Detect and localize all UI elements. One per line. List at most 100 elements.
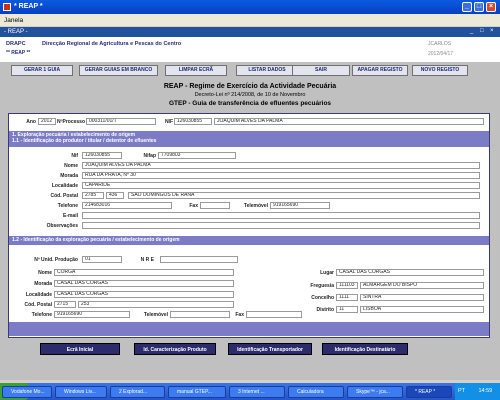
cp2b-field[interactable]: 253: [78, 301, 234, 308]
distrito-label: Distrito: [316, 307, 335, 313]
observacoes-field[interactable]: [82, 222, 480, 229]
user-name: JCARLOS: [428, 41, 452, 47]
page-title: REAP - Regime de Exercício da Actividade…: [163, 83, 337, 90]
cp2-field[interactable]: 436: [106, 192, 124, 199]
fax2-label: Fax: [235, 312, 244, 318]
apagar-registo-button[interactable]: APAGAR REGISTO: [352, 65, 408, 76]
inner-title: - REAP -: [4, 29, 28, 35]
form-title: GTEP - Guia de transferência de efluente…: [168, 100, 332, 107]
task-manual-gtep[interactable]: manual GTEP...: [168, 386, 226, 398]
telefone-field[interactable]: 214683016: [82, 202, 172, 209]
nome-top-field[interactable]: JOAQUIM ALVES DA PALMA: [214, 118, 484, 125]
caracterizacao-produto-button[interactable]: Id. Caracterização Produto: [134, 343, 216, 355]
nif-top-field[interactable]: 126030855: [174, 118, 212, 125]
freguesia-label: Freguesia: [310, 283, 334, 289]
telemovel2-label: Telemóvel: [143, 312, 168, 318]
task-calculadora[interactable]: Calculadora: [288, 386, 344, 398]
inner-close-icon[interactable]: ×: [490, 28, 494, 34]
nre-field[interactable]: [160, 256, 238, 263]
window-title: * REAP *: [14, 3, 43, 10]
task-vodafone[interactable]: Vodafone Mo...: [2, 386, 52, 398]
nome2-field[interactable]: CORGA: [54, 269, 234, 276]
task-windows-live[interactable]: Windows Liv...: [55, 386, 107, 398]
gerar-guias-branco-button[interactable]: GERAR GUIAS EM BRANCO: [79, 65, 158, 76]
freguesia-code-field[interactable]: 111103: [336, 282, 358, 289]
task-internet[interactable]: 3 Internet ...: [229, 386, 285, 398]
fax-label: Fax: [189, 203, 198, 209]
telefone2-label: Telefone: [31, 312, 52, 318]
section1-header: 1. Exploração pecuária / estabelecimento…: [9, 131, 489, 147]
telemovel2-field[interactable]: [170, 311, 230, 318]
morada2-field[interactable]: CASAL DAS CORGAS: [54, 280, 234, 287]
unid-label: Nº Unid. Produção: [34, 257, 78, 263]
maximize-button[interactable]: □: [474, 2, 484, 12]
inner-restore-icon[interactable]: □: [480, 28, 484, 34]
ecra-inicial-button[interactable]: Ecrã Inicial: [40, 343, 120, 355]
nifap-label: Nifap: [143, 153, 157, 159]
telemovel-label: Telemóvel: [243, 203, 268, 209]
section12-footer-bar: [9, 322, 489, 336]
fax2-field[interactable]: [246, 311, 302, 318]
telefone-label: Telefone: [57, 203, 78, 209]
localidade-label: Localidade: [51, 183, 78, 189]
cp1-field[interactable]: 2785: [82, 192, 104, 199]
localidade-field[interactable]: CAPARIDE: [82, 182, 480, 189]
task-reap[interactable]: * REAP *: [406, 386, 452, 398]
localidade2-field[interactable]: CASAL DAS CORGAS: [54, 291, 234, 298]
language-indicator[interactable]: PT: [458, 388, 465, 394]
unid-field[interactable]: 01: [82, 256, 122, 263]
concelho-label: Concelho: [311, 295, 334, 301]
telemovel-field[interactable]: 919165690: [270, 202, 330, 209]
inner-titlebar: - REAP - _ □ ×: [0, 27, 500, 37]
email-field[interactable]: [82, 212, 480, 219]
org-name: Direcção Regional de Agricultura e Pesca…: [42, 41, 182, 47]
page-subtitle: Decreto-Lei nº 214/2008, de 10 de Novemb…: [194, 92, 306, 98]
app-icon: [3, 3, 11, 11]
task-skype[interactable]: Skype™ - jca...: [347, 386, 403, 398]
nre-label: N R E: [140, 257, 154, 263]
ano-label: Ano: [26, 119, 36, 125]
novo-registo-button[interactable]: NOVO REGISTO: [412, 65, 468, 76]
processo-label: NºProcesso: [57, 119, 85, 125]
menu-janela[interactable]: Janela: [4, 17, 23, 24]
nif-label: Nif: [71, 153, 78, 159]
section12-header: 1.2 - Identificação da exploração pecuár…: [9, 236, 489, 245]
gerar-guia-button[interactable]: GERAR 1 GUIA: [11, 65, 73, 76]
limpar-ecra-button[interactable]: LIMPAR ECRÃ: [165, 65, 227, 76]
identificacao-transportador-button[interactable]: Identificação Transportador: [228, 343, 312, 355]
distrito-field[interactable]: LISBOA: [360, 306, 484, 313]
nif-field[interactable]: 126030855: [82, 152, 122, 159]
inner-minimize-icon[interactable]: _: [470, 28, 473, 34]
nifap-field[interactable]: 7709803: [158, 152, 236, 159]
processo-field[interactable]: 000311/01/T: [86, 118, 156, 125]
section1-subtitle: 1.1 - Identificação do produtor / titula…: [12, 138, 157, 144]
listar-dados-button[interactable]: LISTAR DADOS: [236, 65, 298, 76]
identificacao-destinatario-button[interactable]: Identificação Destinatário: [322, 343, 408, 355]
lugar-field[interactable]: CASAL DAS CORGAS: [336, 269, 484, 276]
close-button[interactable]: ×: [486, 2, 496, 12]
distrito-code-field[interactable]: 11: [336, 306, 358, 313]
cp2a-field[interactable]: 2715: [54, 301, 76, 308]
concelho-field[interactable]: SINTRA: [360, 294, 484, 301]
nome-field[interactable]: JOAQUIM ALVES DA PALMA: [82, 162, 480, 169]
concelho-code-field[interactable]: 1111: [336, 294, 358, 301]
cp-localidade-field[interactable]: SÃO DOMINGOS DE RANA: [128, 192, 480, 199]
app-code: ** REAP **: [6, 50, 31, 56]
email-label: E-mail: [62, 213, 78, 219]
clock: 14:59: [478, 388, 493, 394]
menubar: Janela: [0, 14, 500, 26]
sair-button[interactable]: SAIR: [292, 65, 350, 76]
task-explorador[interactable]: 2 Explorad...: [110, 386, 165, 398]
morada-field[interactable]: RUA DA PRATA, Nº 30: [82, 172, 480, 179]
org-code: DRAPC: [6, 41, 26, 47]
nome-label: Nome: [64, 163, 78, 169]
minimize-button[interactable]: _: [462, 2, 472, 12]
nome2-label: Nome: [38, 270, 52, 276]
cp-label: Cód. Postal: [50, 193, 78, 199]
fax-field[interactable]: [200, 202, 230, 209]
cp2-label: Cód. Postal: [24, 302, 52, 308]
telefone2-field[interactable]: 919165690: [54, 311, 130, 318]
ano-field[interactable]: 2012: [38, 118, 56, 125]
localidade2-label: Localidade: [25, 292, 52, 298]
freguesia-field[interactable]: ALMARGEM DO BISPO: [360, 282, 484, 289]
